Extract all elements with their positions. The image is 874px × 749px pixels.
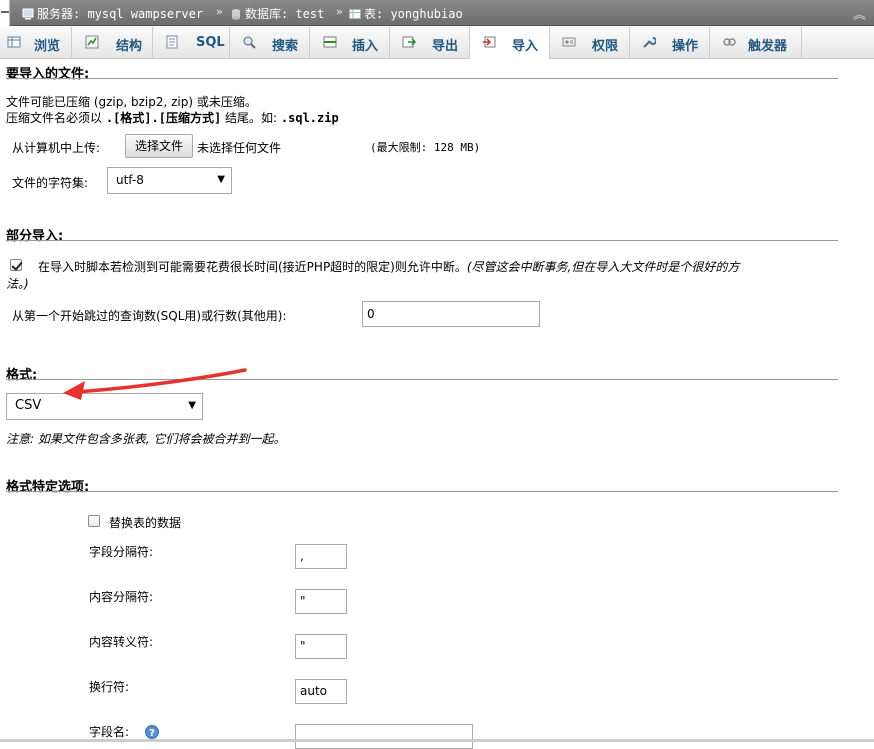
upload-label: 从计算机中上传:: [12, 141, 101, 155]
replace-data-checkbox[interactable]: [88, 515, 100, 527]
format-note: 注意: 如果文件包含多张表, 它们将会被合并到一起。: [6, 432, 286, 446]
tab-operations[interactable]: 操作: [630, 27, 710, 58]
red-arrow-annotation: [63, 368, 247, 400]
tab-operations-label: 操作: [672, 39, 699, 54]
breadcrumb-separator: »: [336, 5, 343, 18]
divider: [6, 240, 838, 241]
double-chevron-up-icon[interactable]: ︽: [853, 4, 866, 23]
tab-insert[interactable]: 插入: [310, 27, 390, 58]
column-names-input[interactable]: [295, 724, 473, 749]
field-separator-label: 字段分隔符:: [89, 545, 154, 559]
format-options-title: 格式特定选项:: [6, 480, 90, 495]
collapse-nav-handle[interactable]: [0, 0, 10, 26]
breadcrumb: 服务器: mysql wampserver » 数据库: test » 表: y…: [0, 0, 874, 26]
divider: [6, 78, 838, 79]
compress-note-2-prefix: 压缩文件名必须以: [6, 111, 103, 125]
breadcrumb-table-label: 表: yonghubiao: [364, 7, 463, 21]
breadcrumb-database-label: 数据库: test: [245, 7, 325, 21]
tab-browse-label: 浏览: [34, 39, 61, 54]
server-icon: [22, 8, 34, 20]
compress-note-2: 压缩文件名必须以 .[格式].[压缩方式] 结尾。如: .sql.zip: [6, 109, 339, 126]
wrench-icon: [643, 36, 656, 48]
tab-browse[interactable]: 浏览: [0, 27, 72, 58]
format-value: CSV: [15, 398, 42, 413]
skip-queries-input[interactable]: 0: [362, 301, 540, 327]
allow-interrupt-checkbox[interactable]: [10, 259, 22, 271]
tab-privileges[interactable]: 权限: [550, 27, 630, 58]
allow-interrupt-note-tail: 法。): [6, 277, 29, 291]
svg-text:?: ?: [149, 728, 155, 739]
charset-value: utf-8: [116, 173, 144, 187]
enclosed-label: 内容分隔符:: [89, 590, 154, 604]
charset-label: 文件的字符集:: [12, 176, 89, 190]
insert-icon: [323, 36, 337, 48]
chevron-down-icon: ▼: [217, 174, 225, 185]
column-names-label: 字段名:: [89, 725, 130, 739]
tab-import[interactable]: 导入: [470, 27, 550, 59]
triggers-icon: [723, 38, 736, 46]
tab-privileges-label: 权限: [592, 39, 619, 54]
breadcrumb-table[interactable]: 表: yonghubiao: [349, 5, 463, 22]
tab-triggers-label: 触发器: [748, 39, 788, 54]
allow-interrupt-note: (尽管这会中断事务,但在导入大文件时是个很好的方: [466, 260, 740, 274]
field-separator-input[interactable]: ,: [295, 544, 347, 569]
structure-icon: [85, 35, 99, 49]
max-limit-text: (最大限制: 128 MB): [370, 141, 481, 154]
tab-bar: 浏览 结构 SQL 搜索 插入 导出 导入 权限 操作 触发器: [0, 27, 874, 59]
breadcrumb-server-label: 服务器: mysql wampserver: [37, 7, 204, 21]
sql-icon: [166, 35, 178, 49]
tab-export-label: 导出: [432, 39, 459, 54]
tab-structure[interactable]: 结构: [72, 27, 153, 58]
import-icon: [483, 36, 496, 48]
enclosed-input[interactable]: ": [295, 589, 347, 614]
tab-search[interactable]: 搜索: [230, 27, 310, 58]
escaped-input[interactable]: ": [295, 634, 347, 659]
divider: [6, 491, 838, 492]
allow-interrupt-text: 在导入时脚本若检测到可能需要花费很长时间(接近PHP超时的限定)则允许中断。(尽…: [38, 258, 838, 275]
database-icon: [232, 9, 240, 20]
tab-sql-label: SQL: [196, 35, 225, 50]
privileges-icon: [562, 37, 576, 47]
replace-data-label: 替换表的数据: [109, 516, 182, 530]
compress-note-format: .[格式].[压缩方式]: [105, 111, 222, 125]
line-terminator-label: 换行符:: [89, 680, 130, 694]
tab-insert-label: 插入: [352, 39, 379, 54]
browse-icon: [7, 36, 21, 48]
tab-export[interactable]: 导出: [390, 27, 470, 58]
compress-note-2-suffix: 结尾。如:: [225, 111, 278, 125]
table-icon: [349, 9, 361, 19]
tab-triggers[interactable]: 触发器: [710, 27, 802, 58]
export-icon: [402, 36, 416, 48]
format-section-title: 格式:: [6, 368, 38, 383]
tab-search-label: 搜索: [272, 39, 299, 54]
breadcrumb-database[interactable]: 数据库: test: [230, 5, 324, 22]
file-section-title: 要导入的文件:: [6, 67, 90, 82]
compress-note-1: 文件可能已压缩 (gzip, bzip2, zip) 或未压缩。: [6, 95, 257, 109]
tab-structure-label: 结构: [116, 39, 143, 54]
charset-select[interactable]: utf-8 ▼: [107, 167, 232, 194]
allow-interrupt-label: 在导入时脚本若检测到可能需要花费很长时间(接近PHP超时的限定)则允许中断。: [38, 260, 467, 274]
line-terminator-input[interactable]: auto: [295, 679, 347, 704]
choose-file-button[interactable]: 选择文件: [125, 134, 193, 158]
escaped-label: 内容转义符:: [89, 635, 154, 649]
breadcrumb-server[interactable]: 服务器: mysql wampserver: [22, 5, 203, 22]
no-file-text: 未选择任何文件: [197, 141, 282, 155]
tab-import-label: 导入: [512, 39, 539, 54]
partial-section-title: 部分导入:: [6, 229, 64, 244]
skip-label: 从第一个开始跳过的查询数(SQL用)或行数(其他用):: [12, 309, 287, 323]
compress-note-example: .sql.zip: [280, 111, 339, 125]
breadcrumb-separator: »: [216, 5, 223, 18]
search-icon: [243, 36, 256, 49]
tab-sql[interactable]: SQL: [153, 27, 230, 58]
help-icon[interactable]: ?: [145, 725, 159, 739]
